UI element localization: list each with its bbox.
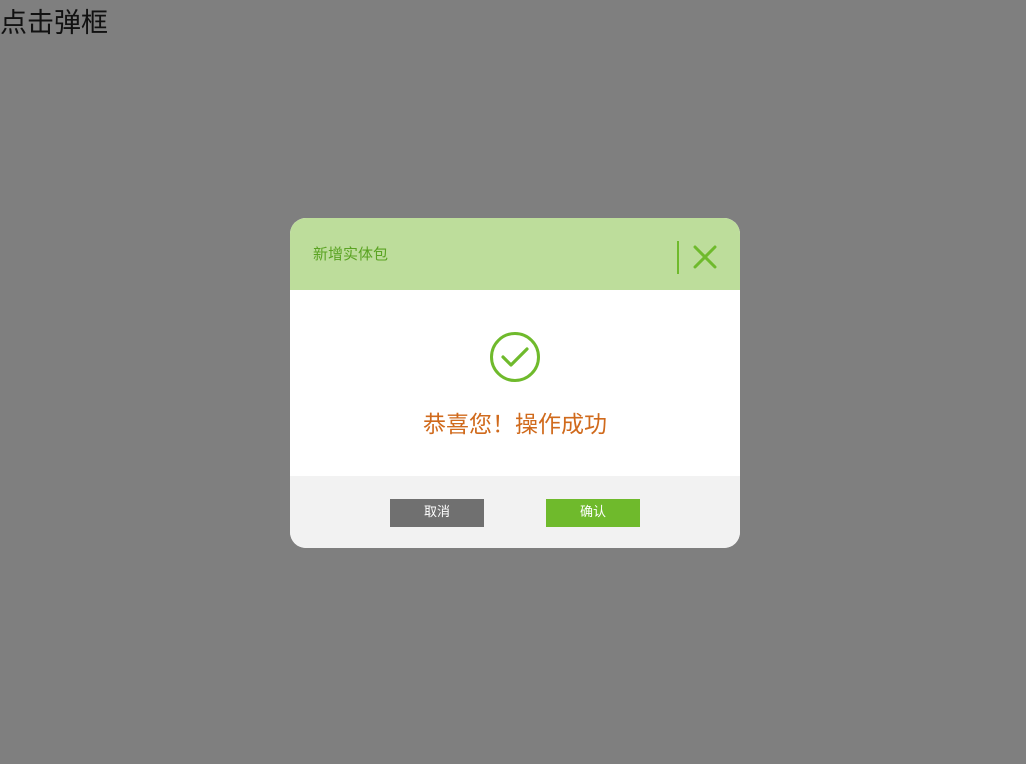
confirm-button[interactable]: 确认 [546,499,640,527]
cancel-button[interactable]: 取消 [390,499,484,527]
success-message: 恭喜您！操作成功 [423,412,607,438]
close-icon[interactable] [690,242,720,272]
dialog-body: 恭喜您！操作成功 [290,290,740,476]
header-divider [677,241,679,274]
dialog-footer: 取消 确认 [290,476,740,548]
dialog-title: 新增实体包 [313,245,389,263]
success-dialog: 新增实体包 恭喜您！操作成功 取消 确认 [290,218,740,548]
dialog-header: 新增实体包 [290,218,740,290]
check-circle-icon [489,331,541,383]
